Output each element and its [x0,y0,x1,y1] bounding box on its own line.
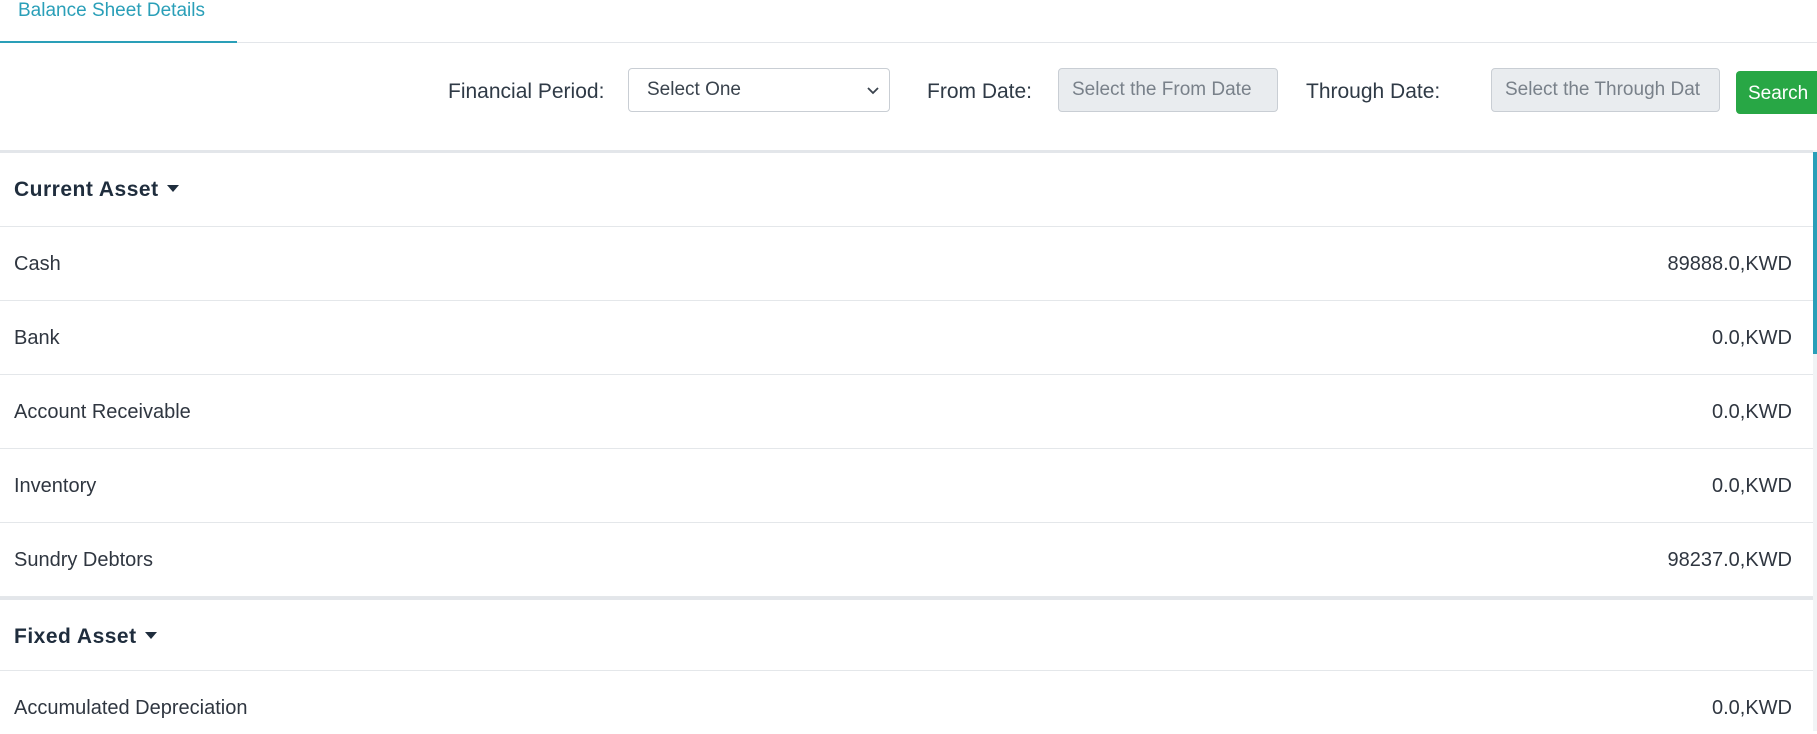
financial-period-value: Select One [647,79,741,100]
balance-sheet-list: Current Asset Cash 89888.0,KWD Bank 0.0,… [0,150,1813,734]
scrollbar-thumb[interactable] [1813,152,1817,354]
chevron-down-icon [867,87,879,95]
list-item: Cash 89888.0,KWD [0,227,1813,301]
account-value: 89888.0,KWD [1667,253,1792,275]
tab-label: Balance Sheet Details [18,0,205,21]
filter-bar: Financial Period: Select One From Date: … [0,67,1817,115]
group-header-current-asset[interactable]: Current Asset [0,153,1813,227]
account-value: 98237.0,KWD [1667,549,1792,571]
account-name: Accumulated Depreciation [14,697,248,719]
caret-down-icon [144,631,157,639]
from-date-input[interactable]: Select the From Date [1058,68,1278,112]
through-date-label: Through Date: [1306,80,1441,103]
account-name: Cash [14,253,61,275]
list-item: Inventory 0.0,KWD [0,449,1813,523]
list-item: Accumulated Depreciation 0.0,KWD [0,671,1813,734]
account-name: Inventory [14,475,97,497]
account-value: 0.0,KWD [1711,401,1792,423]
group-title: Current Asset [14,178,159,201]
tab-bar: Balance Sheet Details [0,0,1817,43]
group-title: Fixed Asset [14,625,137,648]
group-title-wrap: Current Asset [14,178,179,202]
financial-period-select[interactable]: Select One [628,68,890,112]
through-date-input[interactable]: Select the Through Dat [1491,68,1720,112]
from-date-label: From Date: [927,80,1033,103]
account-name: Bank [14,327,60,349]
account-name: Sundry Debtors [14,549,153,571]
group-title-wrap: Fixed Asset [14,625,157,649]
caret-down-icon [166,184,179,192]
list-item: Bank 0.0,KWD [0,301,1813,375]
from-date-placeholder: Select the From Date [1072,79,1252,100]
tab-balance-sheet-details[interactable]: Balance Sheet Details [0,0,237,43]
search-button[interactable]: Search [1736,71,1817,114]
group-header-fixed-asset[interactable]: Fixed Asset [0,597,1813,671]
list-item: Account Receivable 0.0,KWD [0,375,1813,449]
account-name: Account Receivable [14,401,191,423]
financial-period-label: Financial Period: [448,80,605,103]
account-value: 0.0,KWD [1711,475,1792,497]
list-item: Sundry Debtors 98237.0,KWD [0,523,1813,597]
through-date-placeholder: Select the Through Dat [1505,79,1701,100]
account-value: 0.0,KWD [1711,327,1792,349]
account-value: 0.0,KWD [1711,697,1792,719]
